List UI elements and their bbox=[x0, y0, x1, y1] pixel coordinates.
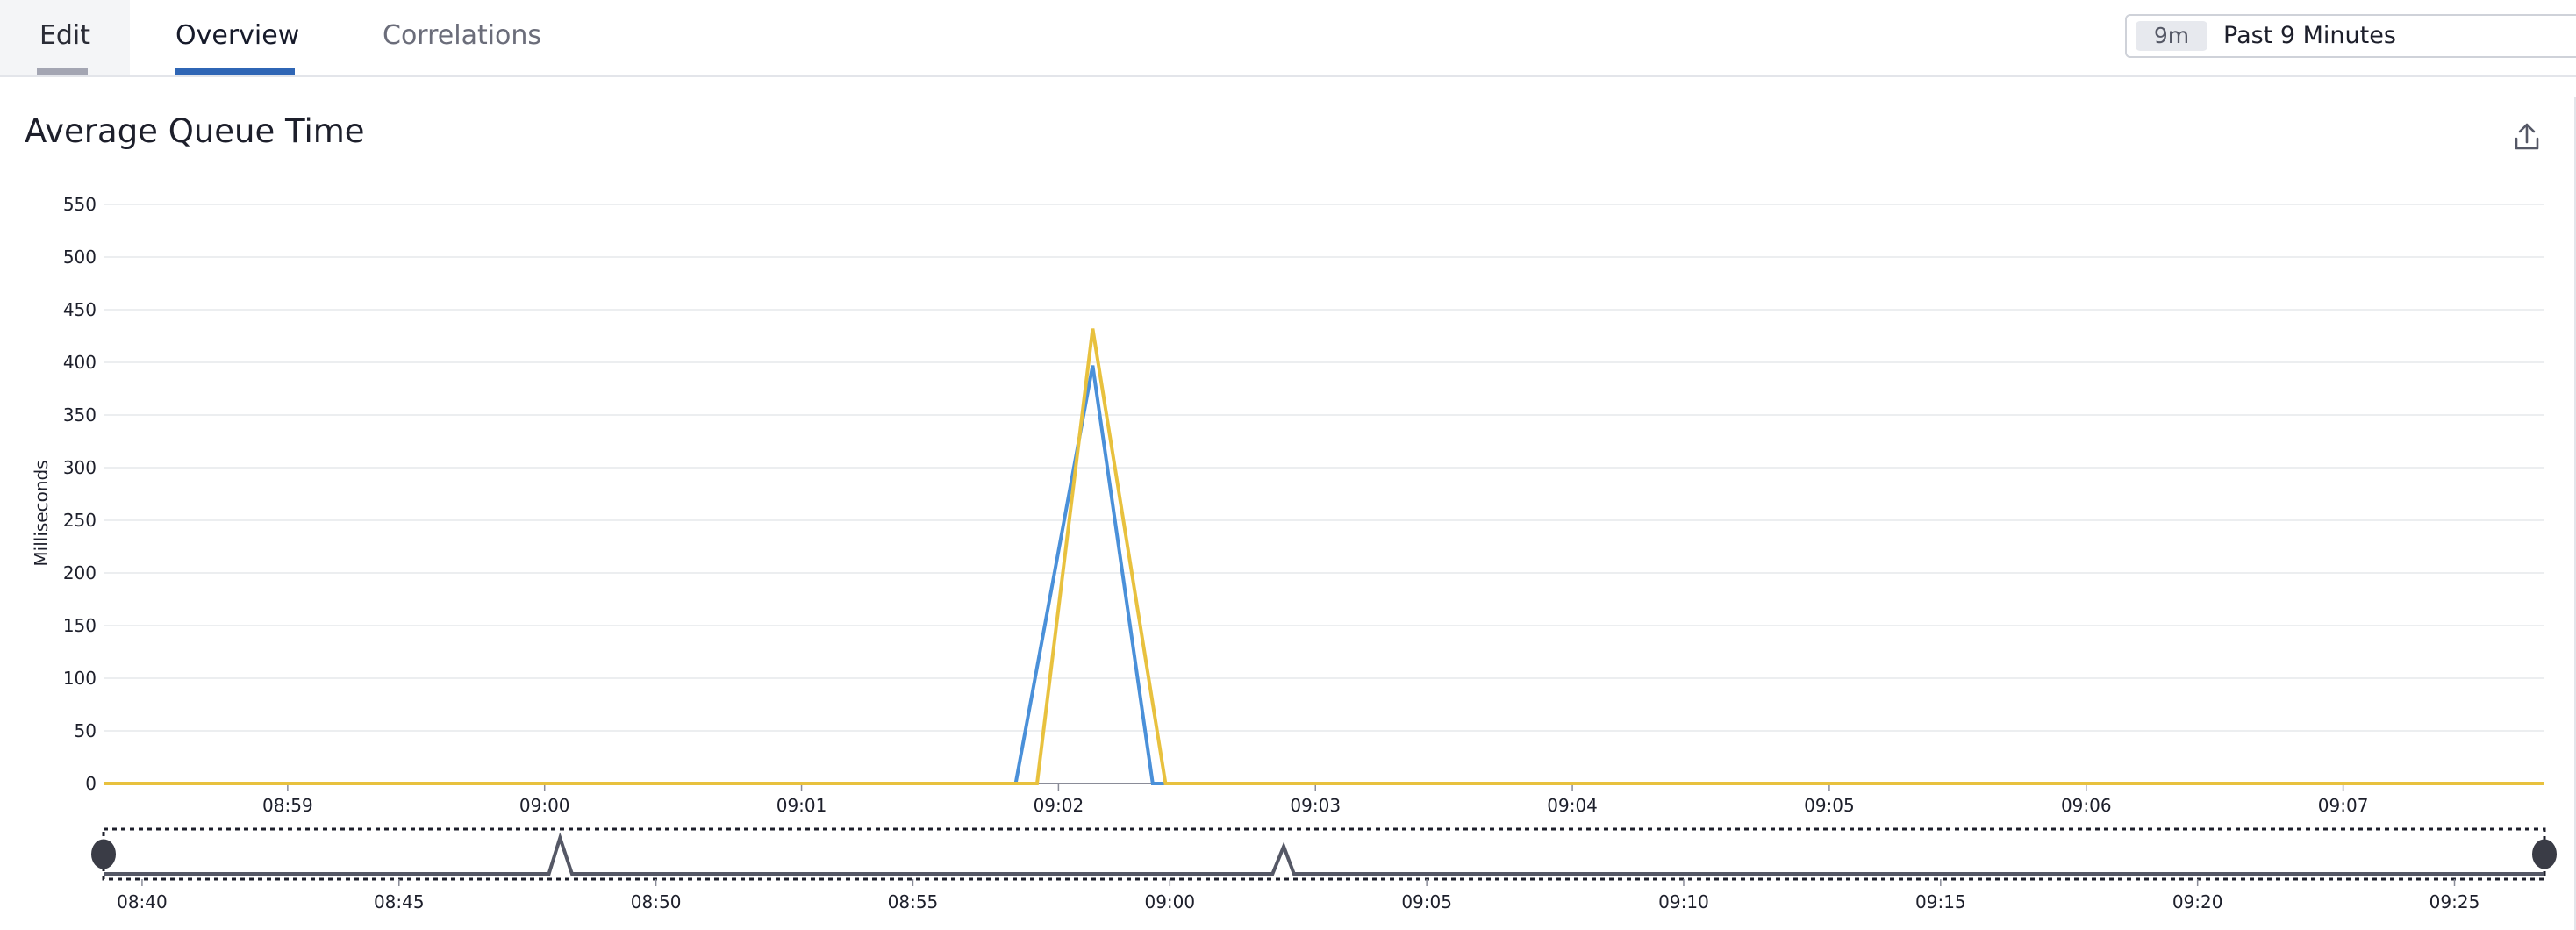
brush-x-tick-label: 09:00 bbox=[1144, 891, 1195, 912]
y-tick-label: 450 bbox=[63, 299, 97, 320]
y-tick-label: 500 bbox=[63, 247, 97, 268]
series-line-2 bbox=[104, 328, 2544, 785]
x-tick-label: 09:07 bbox=[2318, 795, 2369, 816]
brush-handle-left[interactable] bbox=[91, 839, 116, 869]
brush-x-tick-label: 08:55 bbox=[888, 891, 939, 912]
brush-x-tick-label: 08:40 bbox=[117, 891, 168, 912]
brush-x-tick-label: 09:20 bbox=[2172, 891, 2223, 912]
brush-x-tick-label: 08:45 bbox=[374, 891, 425, 912]
brush-x-tick-label: 09:05 bbox=[1401, 891, 1452, 912]
x-tick-label: 09:06 bbox=[2061, 795, 2112, 816]
x-axis-ticks: 08:59 09:00 09:01 09:02 09:03 09:04 09:05 09:06… bbox=[262, 783, 2368, 816]
x-tick-label: 09:01 bbox=[776, 795, 827, 816]
brush-handle-right[interactable] bbox=[2532, 839, 2557, 869]
chart-gridlines bbox=[104, 204, 2544, 784]
y-tick-label: 400 bbox=[63, 352, 97, 373]
brush-x-tick-label: 09:15 bbox=[1915, 891, 1966, 912]
x-tick-label: 09:04 bbox=[1547, 795, 1598, 816]
x-tick-label: 09:03 bbox=[1290, 795, 1341, 816]
chart-series bbox=[104, 328, 2544, 785]
y-tick-label: 100 bbox=[63, 668, 97, 689]
time-brush-navigator: 08:40 08:45 08:50 08:55 09:00 09:05 09:10 09:15… bbox=[91, 827, 2557, 912]
y-tick-label: 250 bbox=[63, 510, 97, 531]
brush-selection[interactable] bbox=[102, 827, 2546, 881]
y-axis-label: Milliseconds bbox=[31, 460, 52, 566]
y-tick-label: 350 bbox=[63, 404, 97, 426]
brush-x-tick-label: 09:10 bbox=[1658, 891, 1709, 912]
y-tick-label: 300 bbox=[63, 457, 97, 478]
brush-x-tick-label: 09:25 bbox=[2429, 891, 2480, 912]
y-tick-label: 0 bbox=[85, 773, 97, 794]
x-tick-label: 09:02 bbox=[1034, 795, 1084, 816]
y-tick-label: 150 bbox=[63, 615, 97, 636]
y-tick-label: 550 bbox=[63, 194, 97, 215]
x-tick-label: 09:00 bbox=[519, 795, 570, 816]
series-line-1 bbox=[104, 365, 2544, 785]
y-tick-label: 200 bbox=[63, 562, 97, 583]
x-tick-label: 08:59 bbox=[262, 795, 313, 816]
x-tick-label: 09:05 bbox=[1804, 795, 1855, 816]
y-tick-label: 50 bbox=[75, 720, 97, 741]
y-axis-ticks: 0 50 100 150 200 250 300 350 400 450 500 550 bbox=[63, 194, 97, 794]
brush-x-tick-label: 08:50 bbox=[631, 891, 682, 912]
average-queue-time-chart: 0 50 100 150 200 250 300 350 400 450 500 550 Millis… bbox=[31, 194, 2557, 912]
